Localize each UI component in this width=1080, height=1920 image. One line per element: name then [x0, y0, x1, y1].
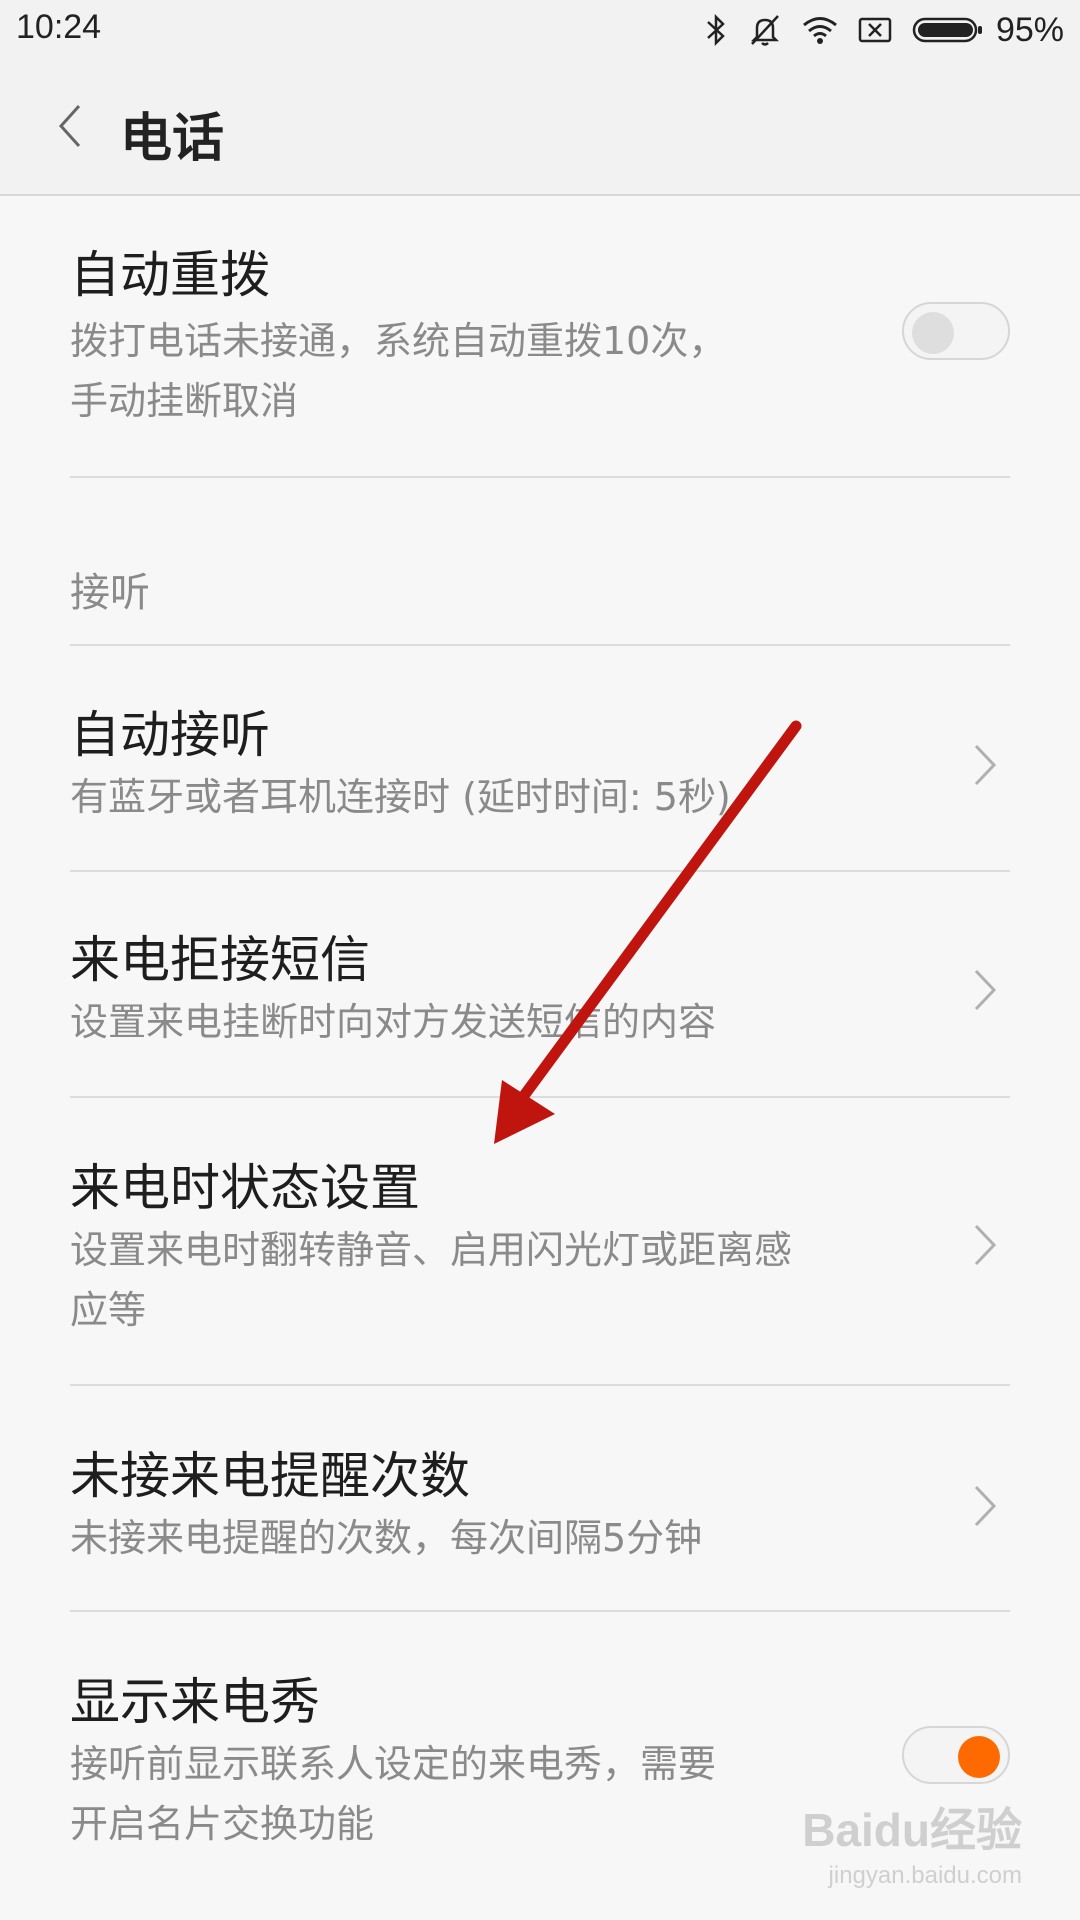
setting-incoming-state[interactable]: 来电时状态设置 设置来电时翻转静音、启用闪光灯或距离感 应等 — [70, 1148, 1010, 1348]
setting-subtitle: 有蓝牙或者耳机连接时 (延时时间: 5秒) — [70, 775, 731, 819]
divider — [70, 1610, 1010, 1612]
setting-subtitle: 未接来电提醒的次数，每次间隔5分钟 — [70, 1516, 703, 1560]
status-bar: 10:24 95% — [0, 0, 1080, 60]
setting-title: 自动接听 — [70, 706, 270, 764]
chevron-right-icon — [974, 744, 997, 786]
watermark-url: jingyan.baidu.com — [828, 1862, 1022, 1889]
auto-redial-toggle[interactable] — [902, 302, 1010, 360]
back-button[interactable] — [40, 96, 100, 156]
toggle-knob — [912, 312, 954, 354]
setting-title: 显示来电秀 — [70, 1673, 320, 1731]
chevron-right-icon — [974, 969, 997, 1011]
setting-title: 来电拒接短信 — [70, 931, 370, 989]
no-sim-icon — [858, 17, 892, 43]
setting-subtitle: 设置来电时翻转静音、启用闪光灯或距离感 — [70, 1228, 793, 1272]
divider — [70, 644, 1010, 646]
divider — [70, 870, 1010, 872]
setting-subtitle: 应等 — [70, 1288, 147, 1332]
setting-subtitle: 手动挂断取消 — [70, 379, 299, 423]
setting-title: 来电时状态设置 — [70, 1159, 420, 1217]
setting-missed-reminder[interactable]: 未接来电提醒次数 未接来电提醒的次数，每次间隔5分钟 — [70, 1436, 1010, 1576]
page-title: 电话 — [120, 109, 225, 169]
setting-title: 自动重拨 — [70, 246, 270, 304]
setting-subtitle: 接听前显示联系人设定的来电秀，需要 — [70, 1742, 717, 1786]
chevron-right-icon — [974, 1485, 997, 1527]
watermark: Baidu经验 jingyan.baidu.com — [802, 1794, 1022, 1890]
divider — [70, 476, 1010, 478]
watermark-logo: Baidu经验 — [802, 1804, 1022, 1856]
setting-reject-sms[interactable]: 来电拒接短信 设置来电挂断时向对方发送短信的内容 — [70, 920, 1010, 1060]
battery-percent: 95% — [995, 10, 1064, 49]
caller-show-toggle[interactable] — [902, 1726, 1010, 1784]
status-icons: 95% — [684, 10, 1064, 50]
bluetooth-icon — [707, 13, 725, 47]
setting-subtitle: 设置来电挂断时向对方发送短信的内容 — [70, 1000, 717, 1044]
battery-icon — [912, 17, 982, 43]
chevron-left-icon — [58, 104, 81, 148]
setting-subtitle: 拨打电话未接通，系统自动重拨10次， — [70, 319, 727, 363]
setting-auto-redial[interactable]: 自动重拨 拨打电话未接通，系统自动重拨10次， 手动挂断取消 — [70, 235, 1010, 435]
chevron-right-icon — [974, 1224, 997, 1266]
setting-subtitle: 开启名片交换功能 — [70, 1802, 375, 1846]
divider — [70, 1384, 1010, 1386]
wifi-icon — [802, 17, 837, 44]
divider — [70, 1096, 1010, 1098]
section-header-answer: 接听 — [70, 570, 150, 616]
mute-bell-icon — [750, 15, 779, 46]
app-bar: 电话 — [0, 60, 1080, 196]
setting-auto-answer[interactable]: 自动接听 有蓝牙或者耳机连接时 (延时时间: 5秒) — [70, 695, 1010, 835]
setting-title: 未接来电提醒次数 — [70, 1447, 470, 1505]
toggle-knob — [958, 1736, 1000, 1778]
status-time: 10:24 — [16, 8, 102, 46]
